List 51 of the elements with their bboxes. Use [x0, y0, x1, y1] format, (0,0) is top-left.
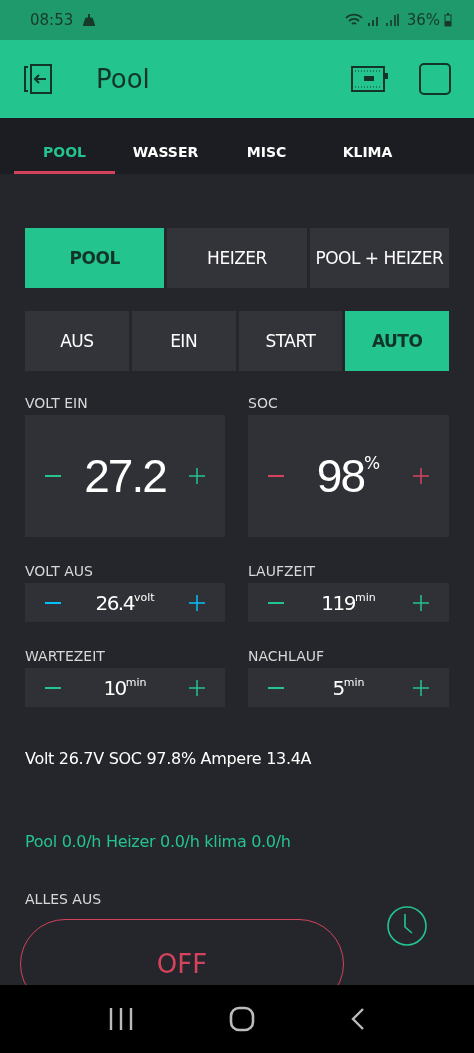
state-button[interactable]: AUTO: [345, 311, 449, 371]
unit-label: volt: [133, 590, 155, 604]
tab[interactable]: WASSER: [115, 118, 216, 174]
plus-icon[interactable]: [189, 594, 205, 611]
notification-icon: [83, 13, 96, 27]
plus-icon[interactable]: [189, 468, 205, 484]
section-label: ALLES AUS: [25, 891, 103, 907]
mode-button[interactable]: POOL: [25, 228, 165, 288]
state-button[interactable]: AUS: [25, 311, 129, 371]
stepper-value: 5: [332, 675, 344, 700]
battery-icon: [444, 13, 452, 27]
stepper-label: LAUFZEIT: [248, 563, 317, 579]
state-button[interactable]: EIN: [131, 311, 236, 371]
recent-apps-icon[interactable]: [107, 1007, 134, 1031]
status-time: 08:53: [30, 11, 74, 29]
unit-label: min: [354, 590, 376, 604]
stepper-label: VOLT AUS: [25, 563, 94, 579]
wifi-icon: [344, 13, 363, 27]
tab[interactable]: MISC: [216, 118, 317, 174]
device-icon[interactable]: [350, 64, 390, 94]
tab[interactable]: KLIMA: [317, 118, 418, 174]
app-title: Pool: [96, 64, 150, 94]
unit-label: %: [364, 453, 381, 473]
unit-label: min: [125, 675, 147, 689]
signal-icon: [384, 13, 399, 27]
tab[interactable]: POOL: [14, 118, 115, 174]
stepper-value: 10: [103, 675, 126, 700]
stepper-value: 27.2: [84, 449, 166, 503]
stepper-value: 26.4: [95, 590, 134, 615]
stepper-label: WARTEZEIT: [25, 648, 106, 664]
plus-icon[interactable]: [189, 679, 205, 696]
minus-icon[interactable]: [268, 474, 284, 478]
hours-text: Pool 0.0/h Heizer 0.0/h klima 0.0/h: [25, 832, 292, 851]
stepper-value: 98: [316, 449, 364, 503]
square-icon[interactable]: [418, 62, 452, 96]
mode-button[interactable]: HEIZER: [167, 228, 307, 288]
minus-icon[interactable]: [45, 474, 61, 478]
stepper-label: VOLT EIN: [25, 395, 89, 411]
unit-label: min: [343, 675, 365, 689]
readout-text: Volt 26.7V SOC 97.8% Ampere 13.4A: [25, 749, 313, 768]
back-icon[interactable]: [350, 1007, 367, 1031]
home-icon[interactable]: [229, 1006, 255, 1032]
state-button[interactable]: START: [238, 311, 343, 371]
stepper-value: 119: [321, 590, 355, 615]
stepper-label: NACHLAUF: [248, 648, 326, 664]
battery-percent: 36%: [406, 11, 440, 29]
stepper-label: SOC: [248, 395, 279, 411]
plus-icon[interactable]: [413, 679, 429, 696]
clock-icon[interactable]: [386, 905, 428, 947]
plus-icon[interactable]: [413, 594, 429, 611]
mode-button[interactable]: POOL + HEIZER: [309, 228, 449, 288]
